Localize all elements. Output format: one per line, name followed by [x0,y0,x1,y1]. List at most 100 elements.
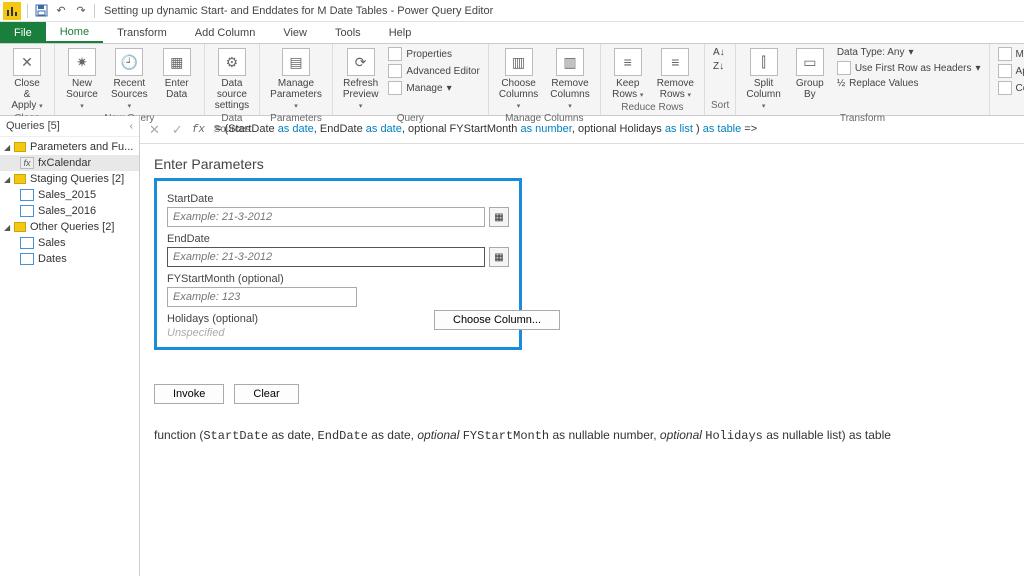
ribbon-tabs: File Home Transform Add Column View Tool… [0,22,1024,44]
enddate-calendar-icon[interactable]: ▦ [489,247,509,267]
advanced-editor-icon [388,64,402,78]
folder-icon [14,222,26,232]
remove-rows-icon: ≡ [661,48,689,76]
append-queries-button[interactable]: Append Queries ▾ [996,63,1024,79]
formula-text[interactable]: = (StartDate as date, EndDate as date, o… [211,123,1018,136]
group-by-button[interactable]: ▭Group By [789,46,831,102]
merge-queries-button[interactable]: Merge Queries ▾ [996,46,1024,62]
table-icon [20,189,34,201]
fx-icon[interactable]: fx [192,124,205,136]
choose-columns-button[interactable]: ▥Choose Columns ▾ [495,46,542,113]
split-column-icon: ⫿ [750,48,778,76]
manage-query-button[interactable]: Manage ▾ [386,80,481,96]
first-row-icon [837,61,851,75]
main-area: Queries [5] ‹ ◢Parameters and Fu...fxfxC… [0,116,1024,576]
query-item-label: Dates [38,253,67,265]
function-signature: function (StartDate as date, EndDate as … [154,428,1010,443]
tab-home[interactable]: Home [46,22,103,43]
collapse-icon: ‹ [130,121,133,132]
queries-panel: Queries [5] ‹ ◢Parameters and Fu...fxfxC… [0,116,140,576]
expand-icon: ◢ [4,223,14,232]
choose-column-button[interactable]: Choose Column... [434,310,560,330]
combine-files-button[interactable]: Combine Files [996,80,1024,96]
tab-file[interactable]: File [0,22,46,43]
tab-addcolumn[interactable]: Add Column [181,22,270,43]
redo-icon[interactable]: ↷ [72,2,90,20]
enter-data-button[interactable]: ▦Enter Data [156,46,198,102]
clear-button[interactable]: Clear [234,384,298,404]
queries-header[interactable]: Queries [5] ‹ [0,116,139,137]
refresh-preview-button[interactable]: ⟳Refresh Preview ▾ [339,46,383,113]
save-icon[interactable] [32,2,50,20]
folder-icon [14,174,26,184]
query-group[interactable]: ◢Staging Queries [2] [0,171,139,187]
table-icon [20,253,34,265]
first-row-headers-button[interactable]: Use First Row as Headers ▾ [835,60,983,76]
replace-values-icon: ½ [837,78,845,89]
datasource-settings-icon: ⚙ [218,48,246,76]
enter-data-icon: ▦ [163,48,191,76]
manage-parameters-button[interactable]: ▤Manage Parameters ▾ [266,46,326,113]
startdate-input[interactable] [167,207,485,227]
advanced-editor-button[interactable]: Advanced Editor [386,63,481,79]
query-item-label: Sales [38,237,66,249]
sort-desc-button[interactable]: Z↓ [711,60,727,73]
close-apply-icon: ✕ [13,48,41,76]
expand-icon: ◢ [4,175,14,184]
refresh-icon: ⟳ [347,48,375,76]
sort-asc-icon: A↓ [713,47,725,58]
replace-values-button[interactable]: ½ Replace Values [835,77,983,90]
remove-columns-button[interactable]: ▥Remove Columns ▾ [546,46,593,113]
startdate-calendar-icon[interactable]: ▦ [489,207,509,227]
tab-tools[interactable]: Tools [321,22,375,43]
combine-files-icon [998,81,1012,95]
datasource-settings-button[interactable]: ⚙Data source settings [211,46,253,113]
group-by-icon: ▭ [796,48,824,76]
ribbon: ✕ Close & Apply ▾ Close ✷New Source ▾ 🕘R… [0,44,1024,116]
properties-icon [388,47,402,61]
keep-rows-icon: ≡ [614,48,642,76]
remove-columns-icon: ▥ [556,48,584,76]
query-item-label: Sales_2015 [38,189,96,201]
keep-rows-button[interactable]: ≡Keep Rows ▾ [607,46,649,102]
invoke-button[interactable]: Invoke [154,384,224,404]
query-item[interactable]: Sales_2015 [0,187,139,203]
fystart-input[interactable] [167,287,357,307]
tab-view[interactable]: View [269,22,321,43]
query-item-label: Sales_2016 [38,205,96,217]
table-icon [20,237,34,249]
title-bar: ↶ ↷ Setting up dynamic Start- and Enddat… [0,0,1024,22]
close-apply-button[interactable]: ✕ Close & Apply ▾ [6,46,48,113]
manage-parameters-icon: ▤ [282,48,310,76]
recent-sources-icon: 🕘 [115,48,143,76]
tab-help[interactable]: Help [375,22,426,43]
formula-accept-icon[interactable]: ✓ [169,122,186,138]
query-item[interactable]: fxfxCalendar [0,155,139,171]
content-area: ✕ ✓ fx = (StartDate as date, EndDate as … [140,116,1024,576]
app-icon [3,2,21,20]
query-group-label: Parameters and Fu... [30,141,133,153]
choose-columns-icon: ▥ [505,48,533,76]
query-item-label: fxCalendar [38,157,91,169]
enddate-input[interactable] [167,247,485,267]
formula-cancel-icon[interactable]: ✕ [146,122,163,138]
undo-icon[interactable]: ↶ [52,2,70,20]
sort-asc-button[interactable]: A↓ [711,46,727,59]
query-item[interactable]: Sales_2016 [0,203,139,219]
split-column-button[interactable]: ⫿Split Column ▾ [742,46,784,113]
query-group[interactable]: ◢Parameters and Fu... [0,139,139,155]
sort-desc-icon: Z↓ [713,61,724,72]
append-icon [998,64,1012,78]
query-item[interactable]: Dates [0,251,139,267]
merge-icon [998,47,1012,61]
window-title: Setting up dynamic Start- and Enddates f… [104,5,493,17]
enter-parameters-heading: Enter Parameters [154,156,1010,172]
new-source-button[interactable]: ✷New Source ▾ [61,46,103,113]
query-item[interactable]: Sales [0,235,139,251]
properties-button[interactable]: Properties [386,46,481,62]
data-type-button[interactable]: Data Type: Any ▾ [835,46,983,59]
query-group[interactable]: ◢Other Queries [2] [0,219,139,235]
remove-rows-button[interactable]: ≡Remove Rows ▾ [653,46,698,102]
recent-sources-button[interactable]: 🕘Recent Sources ▾ [107,46,152,113]
tab-transform[interactable]: Transform [103,22,181,43]
